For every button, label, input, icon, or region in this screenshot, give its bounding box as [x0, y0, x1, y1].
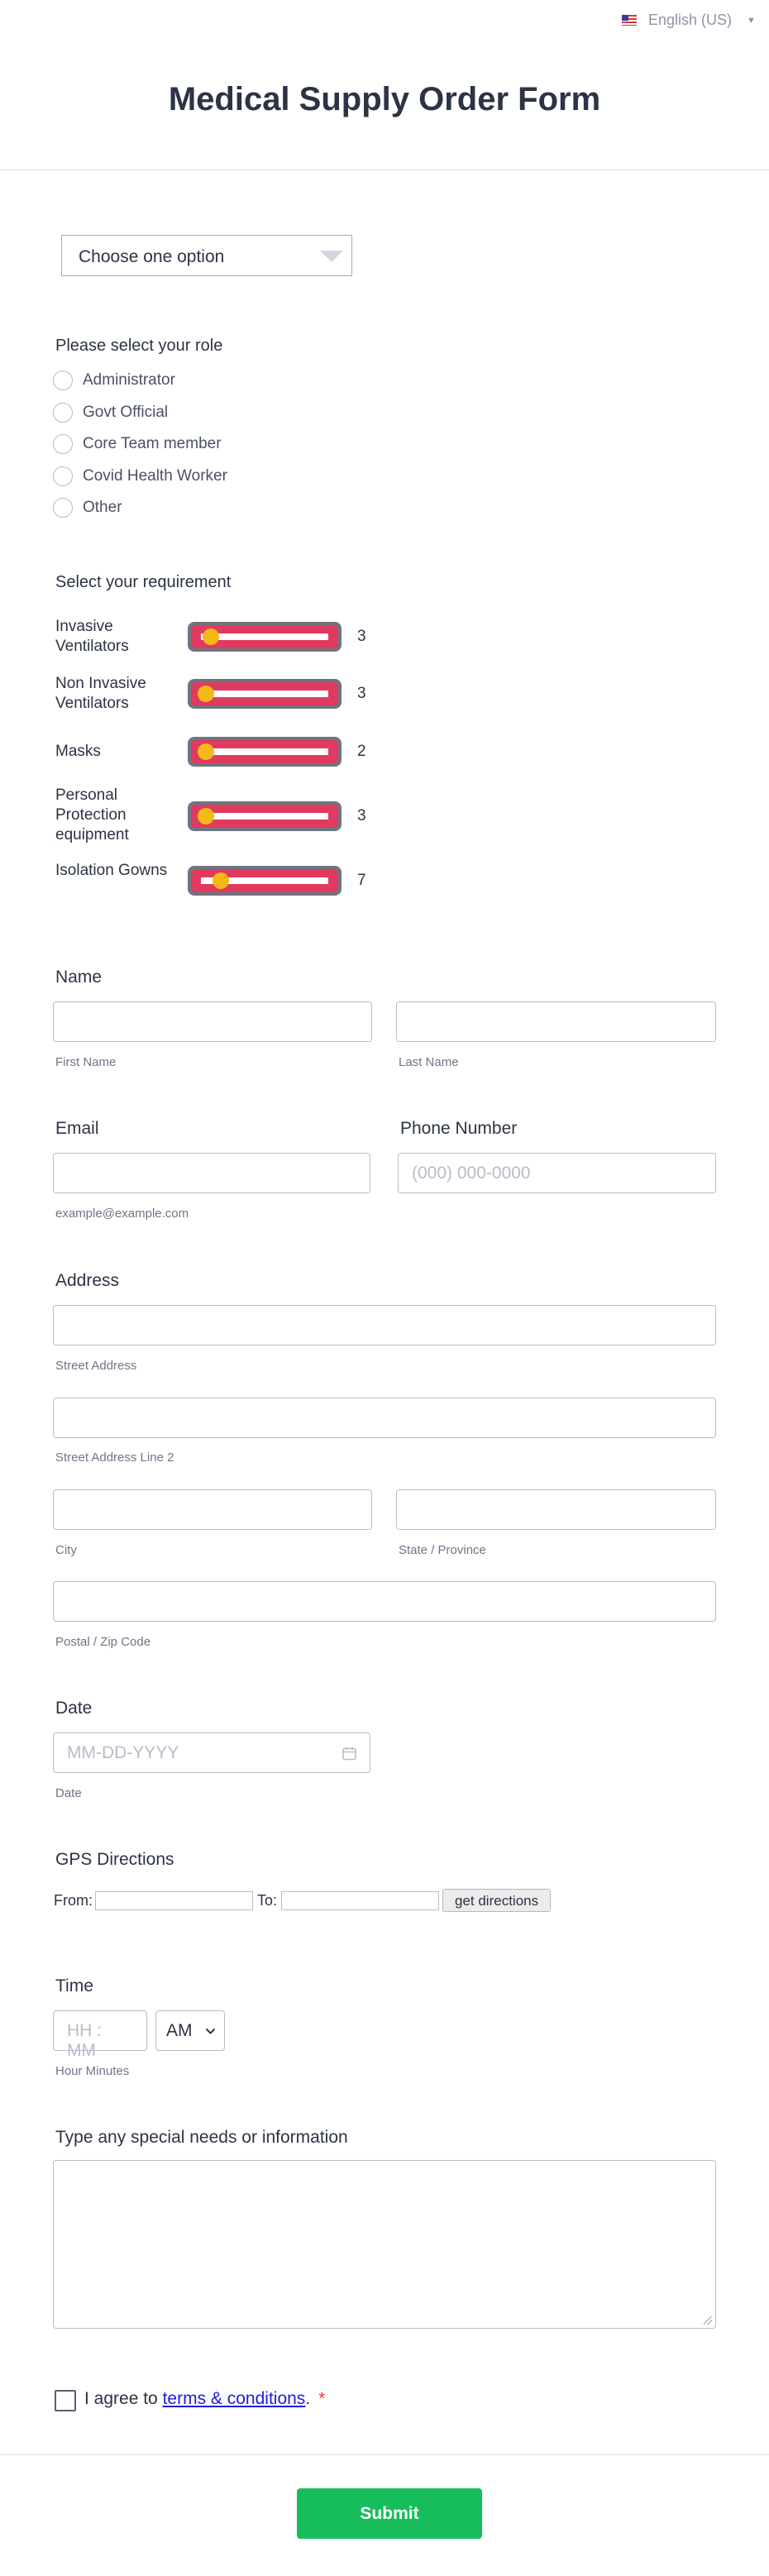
gps-label: GPS Directions — [55, 1850, 174, 1869]
phone-label: Phone Number — [400, 1119, 518, 1138]
gps-from-label: From: — [54, 1892, 93, 1909]
last-name-input[interactable] — [396, 1001, 716, 1042]
role-option-label: Core Team member — [83, 435, 222, 452]
street-address-sublabel: Street Address — [55, 1359, 137, 1373]
slider-ppe[interactable] — [188, 801, 342, 831]
slider-thumb[interactable] — [198, 743, 214, 760]
zip-input[interactable] — [53, 1581, 716, 1622]
gps-from-input[interactable] — [95, 1891, 253, 1910]
submit-button[interactable]: Submit — [297, 2488, 482, 2539]
slider-non-invasive-ventilators[interactable] — [188, 679, 342, 709]
date-input[interactable]: MM-DD-YYYY — [53, 1732, 370, 1773]
ampm-select[interactable]: AM — [155, 2010, 225, 2051]
first-name-sublabel: First Name — [55, 1055, 117, 1069]
email-field[interactable] — [53, 1153, 370, 1193]
dropdown-value: Choose one option — [79, 247, 225, 266]
slider-masks[interactable] — [188, 737, 342, 767]
slider-thumb[interactable] — [198, 686, 214, 702]
role-option[interactable]: Govt Official — [53, 403, 168, 423]
role-option-label: Govt Official — [83, 404, 169, 421]
role-option[interactable]: Covid Health Worker — [53, 466, 227, 486]
state-input[interactable] — [396, 1489, 716, 1530]
role-label: Please select your role — [55, 337, 223, 355]
ampm-value: AM — [166, 2021, 193, 2040]
notes-textarea[interactable] — [53, 2160, 716, 2329]
city-input[interactable] — [53, 1489, 372, 1530]
street-address-line2-sublabel: Street Address Line 2 — [55, 1450, 174, 1465]
requirement-label: Select your requirement — [55, 573, 232, 591]
role-option-label: Covid Health Worker — [83, 467, 227, 485]
slider-label: Invasive Ventilators — [55, 618, 129, 655]
email-label: Email — [55, 1119, 99, 1138]
notes-label: Type any special needs or information — [55, 2128, 348, 2147]
slider-value: 7 — [357, 872, 366, 889]
terms-prefix: I agree to — [84, 2389, 163, 2408]
last-name-sublabel: Last Name — [399, 1055, 459, 1069]
role-option[interactable]: Core Team member — [53, 434, 222, 454]
slider-value: 3 — [357, 807, 366, 824]
gps-to-input[interactable] — [281, 1891, 439, 1910]
terms-text: I agree to terms & conditions. * — [84, 2389, 325, 2409]
phone-placeholder: (000) 000-0000 — [412, 1164, 531, 1183]
street-address-line2-input[interactable] — [53, 1398, 716, 1438]
radio-button[interactable] — [53, 434, 73, 454]
city-sublabel: City — [55, 1543, 77, 1557]
slider-isolation-gowns[interactable] — [188, 866, 342, 896]
radio-button[interactable] — [53, 370, 73, 390]
street-address-input[interactable] — [53, 1305, 716, 1345]
chevron-down-icon — [205, 2028, 216, 2034]
required-asterisk: * — [318, 2389, 326, 2408]
slider-label: Non Invasive Ventilators — [55, 675, 146, 712]
time-placeholder: HH : MM — [67, 2021, 102, 2060]
role-option[interactable]: Administrator — [53, 370, 175, 390]
time-input[interactable]: HH : MM — [53, 2010, 147, 2060]
language-selector[interactable]: English (US) ▼ — [622, 12, 756, 29]
role-option-label: Administrator — [83, 371, 175, 389]
first-name-input[interactable] — [53, 1001, 372, 1042]
footer-divider — [0, 2454, 769, 2455]
slider-label: Isolation Gowns — [55, 862, 168, 879]
slider-label: Personal Protection equipment — [55, 786, 129, 844]
radio-button[interactable] — [53, 466, 73, 486]
date-sublabel: Date — [55, 1786, 82, 1800]
role-option-label: Other — [83, 499, 122, 516]
slider-value: 3 — [357, 685, 366, 702]
slider-thumb[interactable] — [198, 808, 214, 824]
terms-link[interactable]: terms & conditions — [163, 2389, 306, 2408]
zip-sublabel: Postal / Zip Code — [55, 1635, 151, 1649]
option-dropdown[interactable]: Choose one option — [61, 235, 352, 276]
page-title: Medical Supply Order Form — [168, 81, 601, 117]
calendar-icon[interactable] — [342, 1747, 356, 1761]
slider-value: 2 — [357, 743, 366, 760]
email-sublabel: example@example.com — [55, 1207, 189, 1221]
chevron-down-icon: ▼ — [747, 15, 756, 26]
phone-field[interactable]: (000) 000-0000 — [398, 1153, 716, 1193]
slider-thumb[interactable] — [213, 872, 230, 889]
dropdown-arrow-icon — [320, 251, 343, 262]
gps-to-label: To: — [257, 1892, 278, 1909]
terms-suffix: . — [305, 2389, 311, 2408]
terms-checkbox[interactable] — [55, 2390, 76, 2411]
date-label: Date — [55, 1699, 93, 1718]
slider-thumb[interactable] — [202, 628, 219, 645]
time-label: Time — [55, 1976, 93, 1995]
time-sublabel: Hour Minutes — [55, 2064, 130, 2078]
language-label: English (US) — [648, 12, 733, 28]
slider-value: 3 — [357, 628, 366, 645]
address-label: Address — [55, 1271, 120, 1290]
slider-invasive-ventilators[interactable] — [188, 622, 342, 652]
name-label: Name — [55, 968, 103, 987]
us-flag-icon — [622, 15, 637, 26]
radio-button[interactable] — [53, 403, 73, 423]
resize-handle-icon[interactable] — [704, 2316, 712, 2325]
role-option[interactable]: Other — [53, 498, 122, 518]
state-sublabel: State / Province — [399, 1543, 486, 1557]
date-placeholder: MM-DD-YYYY — [67, 1743, 179, 1762]
radio-button[interactable] — [53, 498, 73, 518]
slider-label: Masks — [55, 743, 101, 760]
get-directions-button[interactable]: get directions — [442, 1889, 552, 1912]
